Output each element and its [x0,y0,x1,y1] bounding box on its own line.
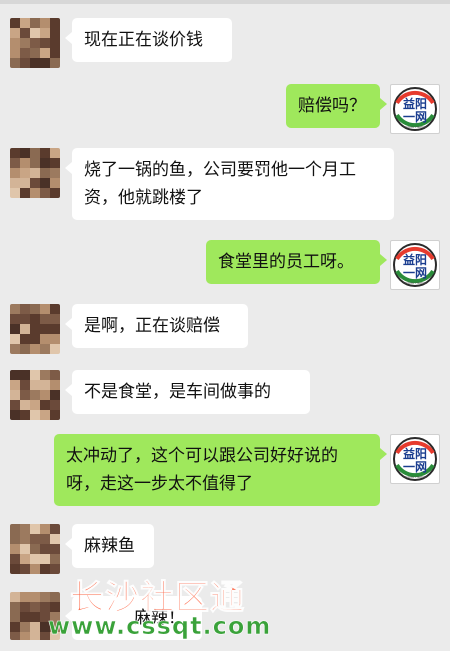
yiyang-logo-icon: 益阳一网YIYANG YIWANG [393,87,437,131]
incoming-message-bubble[interactable]: 麻辣鱼 [65,524,154,568]
incoming-message-bubble[interactable]: 现在正在谈价钱 [65,18,232,62]
incoming-message-bubble[interactable]: 是啊，正在谈赔偿 [65,304,248,348]
message-text: 麻辣鱼 [84,536,135,556]
incoming-message-bubble[interactable]: 烧了一锅的鱼，公司要罚他一个月工资，他就跳楼了 [65,148,394,220]
incoming-message-bubble[interactable]: 不是食堂，是车间做事的 [65,370,310,414]
svg-text:YIYANG YIWANG: YIYANG YIWANG [403,281,428,285]
message-text: 食堂里的员工呀。 [218,252,354,272]
svg-text:YIYANG YIWANG: YIYANG YIWANG [403,125,428,129]
svg-text:一网: 一网 [403,110,427,124]
message-text: 太冲动了，这个可以跟公司好好说的呀，走这一步太不值得了 [66,446,338,494]
contact-avatar[interactable] [10,524,60,574]
contact-avatar[interactable] [10,148,60,198]
own-avatar[interactable]: 益阳 一网 YIYANG YIWANG [390,434,440,484]
contact-avatar[interactable] [10,304,60,354]
yiyang-logo-icon: 益阳一网YIYANG YIWANG [393,437,437,481]
outgoing-message-bubble[interactable]: 赔偿吗？ [286,84,387,128]
contact-avatar[interactable] [10,18,60,68]
svg-text:益阳: 益阳 [403,96,427,111]
message-text: 现在正在谈价钱 [84,30,203,50]
svg-text:益阳: 益阳 [403,446,427,461]
yiyang-logo-icon: 益阳一网YIYANG YIWANG [393,243,437,287]
status-bar-strip [0,0,450,4]
message-text: 不是食堂，是车间做事的 [84,382,271,402]
own-avatar[interactable]: 益阳 一网 YIYANG YIWANG [390,84,440,134]
contact-avatar[interactable] [10,370,60,420]
own-avatar[interactable]: 益阳 一网 YIYANG YIWANG [390,240,440,290]
svg-text:YIYANG YIWANG: YIYANG YIWANG [403,475,428,479]
svg-text:一网: 一网 [403,460,427,474]
message-text: 烧了一锅的鱼，公司要罚他一个月工资，他就跳楼了 [84,160,356,208]
svg-text:益阳: 益阳 [403,252,427,267]
svg-text:一网: 一网 [403,266,427,280]
outgoing-message-bubble[interactable]: 食堂里的员工呀。 [206,240,387,284]
message-text: 赔偿吗？ [298,96,366,116]
outgoing-message-bubble[interactable]: 太冲动了，这个可以跟公司好好说的呀，走这一步太不值得了 [54,434,387,506]
message-text: 是啊，正在谈赔偿 [84,316,220,336]
watermark-url: www.cssqt.com [48,612,272,641]
